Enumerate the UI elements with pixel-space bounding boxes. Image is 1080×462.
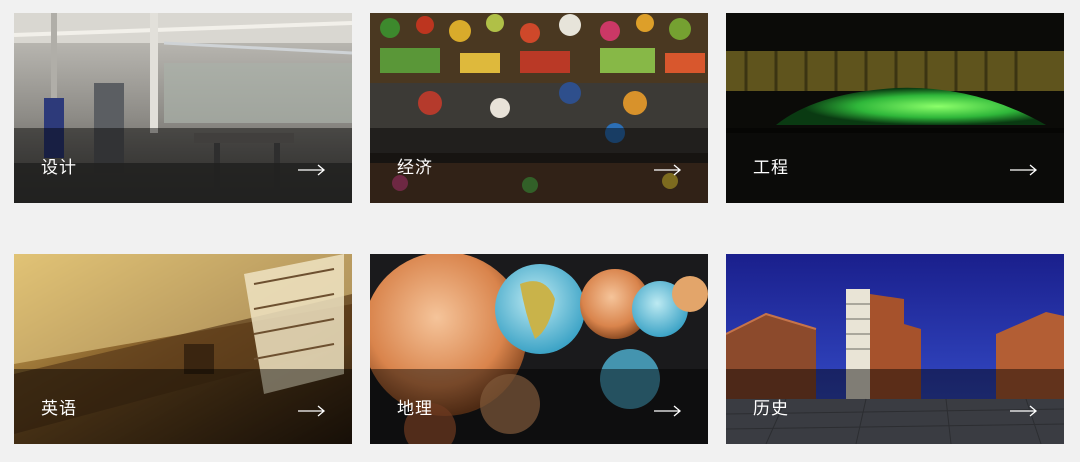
category-card-economics[interactable]: 经济 bbox=[370, 13, 708, 203]
right-arrow-icon bbox=[298, 164, 326, 176]
category-card-design[interactable]: 设计 bbox=[14, 13, 352, 203]
card-label: 经济 bbox=[397, 158, 433, 178]
category-card-engineering[interactable]: 工程 bbox=[726, 13, 1064, 203]
category-card-english[interactable]: 英语 bbox=[14, 254, 352, 444]
card-label: 英语 bbox=[41, 399, 77, 419]
category-grid: 设计 经济 工程 英语 地理 历史 bbox=[0, 0, 1080, 462]
right-arrow-icon bbox=[298, 405, 326, 417]
category-card-geography[interactable]: 地理 bbox=[370, 254, 708, 444]
card-label: 历史 bbox=[753, 399, 789, 419]
card-label: 工程 bbox=[753, 158, 789, 178]
right-arrow-icon bbox=[654, 164, 682, 176]
right-arrow-icon bbox=[1010, 405, 1038, 417]
category-card-history[interactable]: 历史 bbox=[726, 254, 1064, 444]
right-arrow-icon bbox=[1010, 164, 1038, 176]
right-arrow-icon bbox=[654, 405, 682, 417]
card-label: 设计 bbox=[41, 158, 77, 178]
card-label: 地理 bbox=[397, 399, 433, 419]
